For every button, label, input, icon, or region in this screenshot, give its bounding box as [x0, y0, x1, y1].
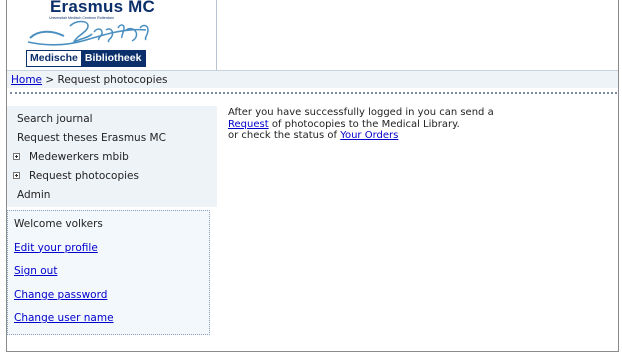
breadcrumb: Home > Request photocopies [11, 74, 168, 86]
content-line-3-text: or check the status of [228, 130, 337, 141]
logo-bar-right: Bibliotheek [80, 51, 146, 66]
breadcrumb-separator: > [45, 74, 55, 86]
header-logo-cell: Erasmus MC Universitair Medisch Centrum … [7, 0, 217, 70]
request-link[interactable]: Request [228, 119, 269, 130]
page-frame: Erasmus MC Universitair Medisch Centrum … [6, 0, 619, 352]
main-content: After you have successfully logged in yo… [228, 107, 494, 142]
nav-menu: Search journal Request theses Erasmus MC… [7, 106, 217, 207]
change-password-link[interactable]: Change password [14, 289, 107, 301]
expand-plus-icon[interactable] [13, 172, 20, 179]
expand-plus-icon[interactable] [13, 153, 20, 160]
content-line-2: Request of photocopies to the Medical Li… [228, 119, 494, 131]
nav-item-label: Admin [17, 189, 51, 201]
content-line-3: or check the status of Your Orders [228, 130, 494, 142]
logo-title: Erasmus MC [50, 0, 155, 16]
nav-item-request-photocopies[interactable]: Request photocopies [7, 167, 217, 186]
edit-profile-link[interactable]: Edit your profile [14, 242, 98, 254]
content-line-1: After you have successfully logged in yo… [228, 107, 494, 118]
nav-item-request-theses[interactable]: Request theses Erasmus MC [7, 129, 217, 148]
nav-item-label: Search journal [17, 113, 93, 125]
user-panel: Welcome volkers Edit your profile Sign o… [7, 210, 210, 335]
nav-item-label: Medewerkers mbib [29, 151, 129, 163]
your-orders-link[interactable]: Your Orders [340, 130, 398, 141]
nav-item-label: Request theses Erasmus MC [17, 132, 166, 144]
breadcrumb-bar: Home > Request photocopies [7, 70, 618, 88]
nav-item-search-journal[interactable]: Search journal [7, 110, 217, 129]
dotted-divider [10, 92, 617, 94]
logo-bar-left: Medische [27, 51, 81, 66]
nav-item-medewerkers-mbib[interactable]: Medewerkers mbib [7, 148, 217, 167]
logo-wave-signature-icon [27, 20, 149, 46]
welcome-text: Welcome volkers [14, 218, 103, 230]
change-user-name-link[interactable]: Change user name [14, 312, 114, 324]
sidebar: Search journal Request theses Erasmus MC… [7, 106, 217, 335]
logo-medische-bibliotheek: Medische Bibliotheek [26, 50, 147, 67]
breadcrumb-home-link[interactable]: Home [11, 74, 42, 86]
sign-out-link[interactable]: Sign out [14, 265, 57, 277]
content-line-2-text: of photocopies to the Medical Library. [271, 118, 460, 130]
nav-item-admin[interactable]: Admin [7, 186, 217, 205]
nav-item-label: Request photocopies [29, 170, 139, 182]
erasmus-mc-logo[interactable]: Erasmus MC Universitair Medisch Centrum … [12, 0, 207, 68]
breadcrumb-current: Request photocopies [57, 74, 168, 86]
